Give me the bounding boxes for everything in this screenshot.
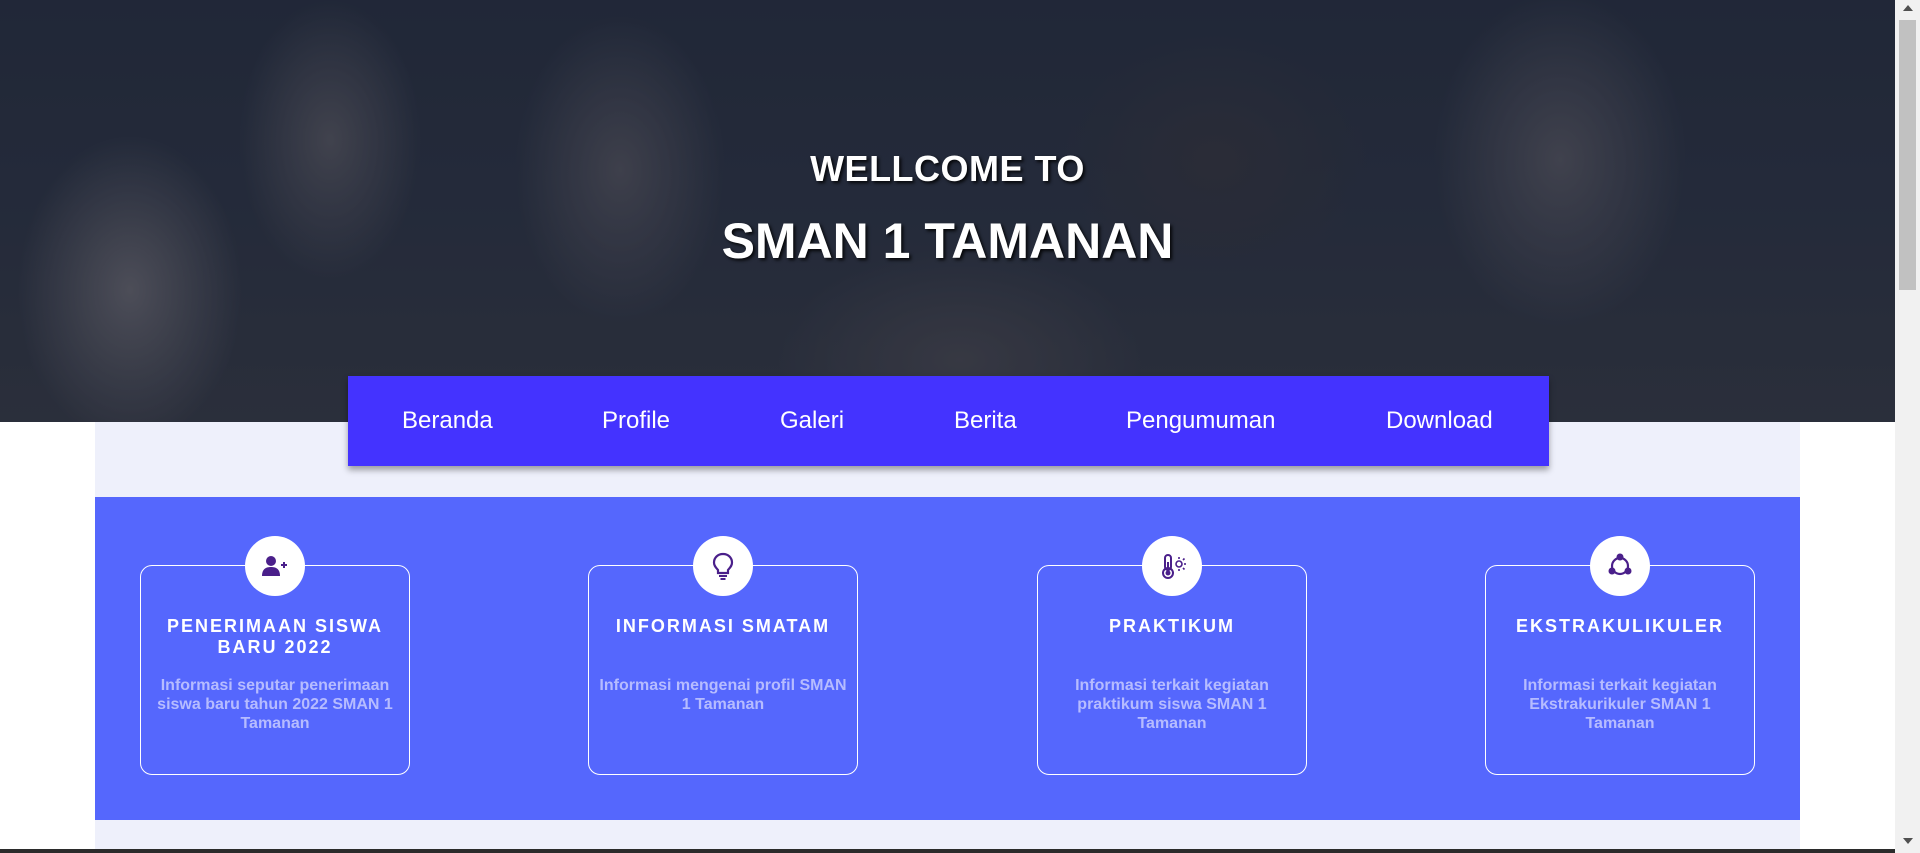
card-title: EKSTRAKULIKULER <box>1516 616 1724 636</box>
card-description: Informasi terkait kegiatan Ekstrakurikul… <box>1523 677 1717 732</box>
card-description: Informasi seputar penerimaan siswa baru … <box>157 677 393 732</box>
vertical-scrollbar[interactable] <box>1895 0 1920 853</box>
nav-item-pengumuman[interactable]: Pengumuman <box>1126 376 1275 466</box>
card-description: Informasi mengenai profil SMAN 1 Tamanan <box>599 677 847 713</box>
scroll-up-button[interactable] <box>1895 0 1920 17</box>
nav-item-download[interactable]: Download <box>1386 376 1493 466</box>
nav-item-profile[interactable]: Profile <box>602 376 670 466</box>
nav-item-berita[interactable]: Berita <box>954 376 1017 466</box>
card-title: PRAKTIKUM <box>1109 616 1235 636</box>
circle-nodes-icon <box>1590 536 1650 596</box>
hero-banner <box>0 0 1895 422</box>
chevron-down-icon <box>1903 838 1913 844</box>
feature-card-info[interactable]: INFORMASI SMATAM Informasi mengenai prof… <box>588 536 858 775</box>
card-title: PENERIMAAN SISWA BARU 2022 <box>166 616 384 657</box>
card-title: INFORMASI SMATAM <box>615 616 831 636</box>
scrollbar-thumb[interactable] <box>1899 20 1916 290</box>
window-bottom-edge <box>0 849 1895 853</box>
feature-card-ppdb[interactable]: PENERIMAAN SISWA BARU 2022 Informasi sep… <box>140 536 410 775</box>
feature-card-praktikum[interactable]: PRAKTIKUM Informasi terkait kegiatan pra… <box>1037 536 1307 775</box>
scroll-down-button[interactable] <box>1895 832 1920 849</box>
card-description: Informasi terkait kegiatan praktikum sis… <box>1075 677 1269 732</box>
chevron-up-icon <box>1903 5 1913 11</box>
nav-item-galeri[interactable]: Galeri <box>780 376 844 466</box>
thermometer-sun-icon <box>1142 536 1202 596</box>
nav-item-beranda[interactable]: Beranda <box>402 376 493 466</box>
hero-pretitle: WELLCOME TO <box>810 148 1085 189</box>
hero-title: SMAN 1 TAMANAN <box>721 213 1174 269</box>
main-nav: Beranda Profile Galeri Berita Pengumuman… <box>348 376 1549 466</box>
user-plus-icon <box>245 536 305 596</box>
feature-card-ekskul[interactable]: EKSTRAKULIKULER Informasi terkait kegiat… <box>1485 536 1755 775</box>
lightbulb-icon <box>693 536 753 596</box>
